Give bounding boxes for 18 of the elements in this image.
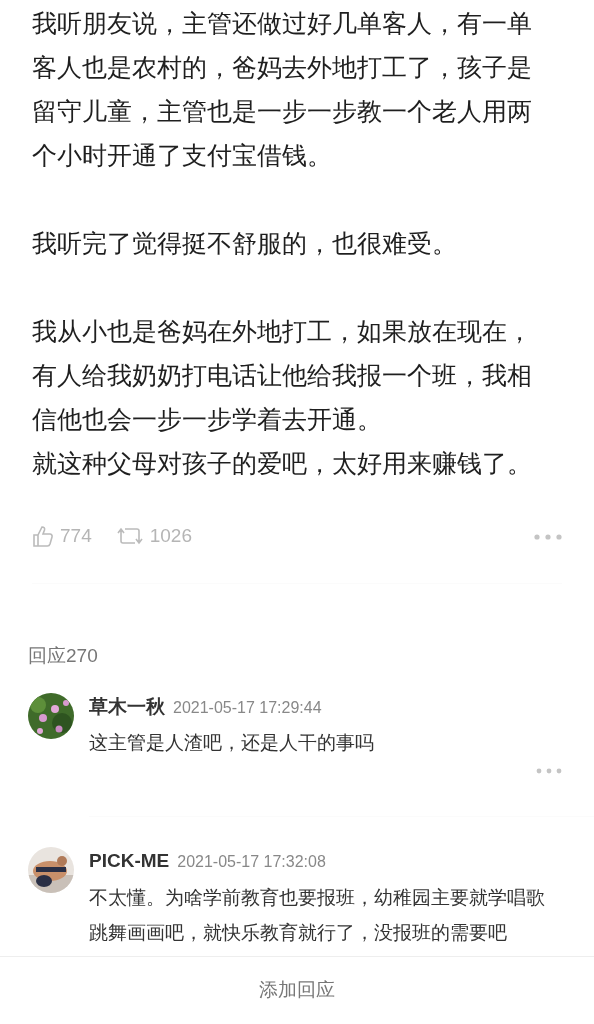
thumbs-up-icon[interactable] xyxy=(32,524,54,548)
user-name[interactable]: PICK-ME xyxy=(89,847,170,876)
add-reply-button[interactable]: 添加回应 xyxy=(259,976,335,1005)
post-paragraph: 我从小也是爸妈在外地打工，如果放在现在，有人给我奶奶打电话让他给我报一个班，我相信他也会一步一步学着去开通。 xyxy=(32,317,533,435)
post-paragraph: 我听完了觉得挺不舒服的，也很难受。 xyxy=(32,229,458,259)
post-paragraph: 我听朋友说，主管还做过好几单客人，有一单客人也是农村的，爸妈去外地打工了，孩子是留守儿童，主管也是一步一步教一个老人用两个小时开通了支付宝借钱。 xyxy=(32,9,533,171)
comment-time: 2021-05-17 17:29:44 xyxy=(173,697,322,718)
comment-time: 2021-05-17 17:32:08 xyxy=(177,852,326,872)
comment-text: 这主管是人渣吧，还是人干的事吗 xyxy=(89,731,375,755)
more-icon[interactable] xyxy=(536,768,562,774)
like-count: 774 xyxy=(60,523,92,548)
reshare-icon[interactable] xyxy=(115,525,144,547)
user-name[interactable]: 草木一秋 xyxy=(89,692,165,721)
reshare-count: 1026 xyxy=(149,523,192,548)
replies-count: 回应270 xyxy=(27,644,99,668)
post-paragraph: 就这种父母对孩子的爱吧，太好用来赚钱了。 xyxy=(32,449,533,479)
more-icon[interactable] xyxy=(534,533,562,540)
comment-text: 不太懂。为啥学前教育也要报班，幼稚园主要就学唱歌跳舞画画吧，就快乐教育就行了，没报班的需要吧 xyxy=(89,885,546,945)
